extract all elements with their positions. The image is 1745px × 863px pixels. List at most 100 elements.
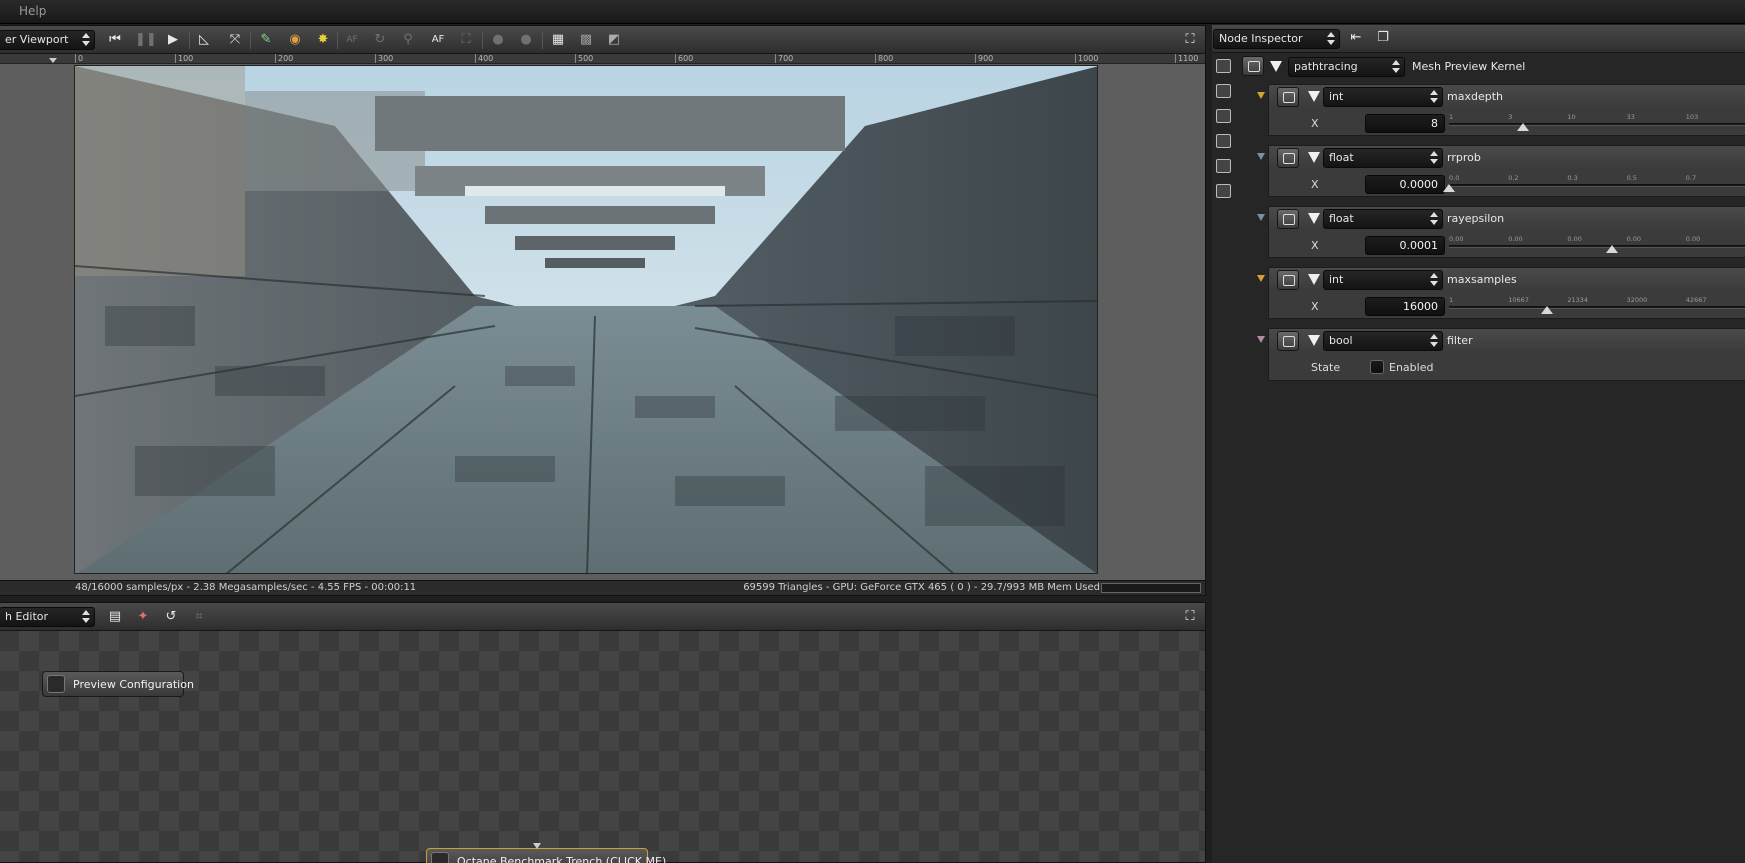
- maximize-icon[interactable]: ⛶: [1181, 31, 1199, 49]
- render-stats-text: 48/16000 samples/px - 2.38 Megasamples/s…: [75, 582, 417, 593]
- rewind-icon[interactable]: ⏮: [106, 31, 124, 49]
- mesh-icon[interactable]: [1216, 134, 1231, 148]
- load-scene-icon[interactable]: ▤: [106, 608, 124, 626]
- param-type-combo[interactable]: int: [1323, 87, 1443, 107]
- param-type-combo[interactable]: float: [1323, 148, 1443, 168]
- axis-label: X: [1311, 300, 1319, 313]
- input-pin-icon[interactable]: [1257, 214, 1265, 221]
- collapse-all-icon[interactable]: ⇤: [1347, 29, 1365, 47]
- collapse-triangle-icon[interactable]: [1308, 213, 1320, 224]
- viewport-statusbar: 48/16000 samples/px - 2.38 Megasamples/s…: [0, 580, 1205, 595]
- focus-pick-icon[interactable]: ⛶: [457, 31, 475, 49]
- type-label: bool: [1329, 334, 1353, 347]
- ruler-tick: 800: [875, 54, 893, 63]
- collapse-triangle-icon[interactable]: [1270, 61, 1282, 72]
- play-icon[interactable]: ▶: [164, 31, 182, 49]
- value-field[interactable]: 16000: [1365, 297, 1445, 316]
- slider-thumb[interactable]: [1540, 306, 1553, 314]
- preview-configuration-node[interactable]: Preview Configuration: [42, 671, 194, 697]
- graph-editor-selector[interactable]: h Editor: [0, 607, 95, 627]
- new-node-icon[interactable]: ✦: [134, 608, 152, 626]
- combo-arrows-icon: [82, 609, 91, 625]
- material-picker-icon[interactable]: ◉: [286, 31, 304, 49]
- combo-arrows-icon: [1430, 211, 1439, 227]
- maximize-icon[interactable]: ⛶: [1181, 608, 1199, 626]
- value-field[interactable]: 0.0001: [1365, 236, 1445, 255]
- render-image[interactable]: [74, 65, 1098, 574]
- param-type-combo[interactable]: float: [1323, 209, 1443, 229]
- region-icon[interactable]: ▦: [549, 31, 567, 49]
- slider-scale-label: 0.00: [1508, 235, 1523, 243]
- slider-thumb[interactable]: [1605, 245, 1618, 253]
- picker-icon[interactable]: ✎: [257, 31, 275, 49]
- environment-icon[interactable]: [1216, 84, 1231, 98]
- toolbar-separator: [189, 31, 190, 49]
- slider-track: [1449, 306, 1745, 309]
- value-field[interactable]: 0.0000: [1365, 175, 1445, 194]
- alpha-icon[interactable]: ◩: [605, 31, 623, 49]
- autofocus-dim-icon[interactable]: AF: [343, 31, 361, 49]
- param-rayepsilon: float rayepsilon X 0.0001 0.00 0.00 0.00 0.…: [1257, 206, 1745, 258]
- recenter-icon[interactable]: ⤧: [226, 31, 244, 49]
- kernel-combo[interactable]: pathtracing: [1288, 57, 1405, 77]
- expand-all-icon[interactable]: ❐: [1374, 29, 1392, 47]
- slider-scale-label: 0.0: [1449, 174, 1460, 182]
- axis-label: X: [1311, 239, 1319, 252]
- ruler-tick: 900: [975, 54, 993, 63]
- value-slider[interactable]: 1 10667 21334 32000 42667: [1449, 296, 1745, 318]
- node-mesh-icon: [431, 852, 449, 863]
- ruler-tick: 0: [75, 54, 83, 63]
- collapse-triangle-icon[interactable]: [1308, 335, 1320, 346]
- slider-thumb[interactable]: [1443, 184, 1455, 192]
- inspector-selector[interactable]: Node Inspector: [1213, 29, 1340, 49]
- menu-help[interactable]: Help: [19, 4, 46, 18]
- pause-icon[interactable]: ❚❚: [135, 31, 157, 49]
- input-pin-icon[interactable]: [1257, 153, 1265, 160]
- slider-scale-label: 1: [1449, 296, 1454, 304]
- input-pin-icon[interactable]: [1257, 275, 1265, 282]
- slider-scale-label: 0.00: [1567, 235, 1582, 243]
- combo-arrows-icon: [1430, 333, 1439, 349]
- kernel-side-icon[interactable]: [1216, 184, 1231, 198]
- slider-scale-label: 33: [1626, 113, 1635, 121]
- input-pin-icon[interactable]: [1257, 92, 1265, 99]
- autofocus-icon[interactable]: AF: [429, 31, 447, 49]
- slider-scale-label: 3: [1508, 113, 1513, 121]
- param-type-icon: [1277, 209, 1299, 229]
- input-pin-icon[interactable]: [1257, 336, 1265, 343]
- camera-lock-icon[interactable]: ●: [489, 31, 507, 49]
- value-slider[interactable]: 0.0 0.2 0.3 0.5 0.7: [1443, 174, 1745, 196]
- value-slider[interactable]: 1 3 10 33 103: [1449, 113, 1745, 135]
- tidy-icon[interactable]: ⌗: [190, 608, 208, 626]
- filter-enabled-checkbox[interactable]: [1370, 360, 1384, 374]
- param-type-combo[interactable]: bool: [1323, 331, 1443, 351]
- collapse-triangle-icon[interactable]: [1308, 152, 1320, 163]
- image-icon[interactable]: [1216, 59, 1231, 73]
- value-slider[interactable]: 0.00 0.00 0.00 0.00 0.00: [1449, 235, 1745, 257]
- slider-scale-label: 103: [1685, 113, 1699, 121]
- param-type-combo[interactable]: int: [1323, 270, 1443, 290]
- value-field[interactable]: 8: [1365, 114, 1445, 133]
- slider-track: [1449, 245, 1745, 248]
- horizontal-ruler: 0 100 200 300 400 500 600 700 800 900 10…: [0, 54, 1205, 64]
- imager-icon[interactable]: [1216, 159, 1231, 173]
- slider-scale-label: 32000: [1626, 296, 1648, 304]
- param-name: maxdepth: [1447, 90, 1503, 103]
- checker-icon[interactable]: ▩: [577, 31, 595, 49]
- slider-thumb[interactable]: [1517, 123, 1529, 131]
- benchmark-trench-node[interactable]: Octane Benchmark Trench (CLICK ME): [426, 843, 666, 863]
- collapse-triangle-icon[interactable]: [1308, 274, 1320, 285]
- toolbar-separator: [482, 31, 483, 49]
- light-icon[interactable]: ✸: [314, 31, 332, 49]
- combo-arrows-icon: [1430, 150, 1439, 166]
- kernel-combo-label: pathtracing: [1294, 60, 1358, 73]
- camera-icon[interactable]: [1216, 109, 1231, 123]
- camera-reset-icon[interactable]: ●: [517, 31, 535, 49]
- collapse-triangle-icon[interactable]: [1308, 91, 1320, 102]
- node-graph-canvas[interactable]: [0, 631, 1205, 862]
- refresh-icon[interactable]: ↺: [162, 608, 180, 626]
- rotate-dim-icon[interactable]: ↻: [371, 31, 389, 49]
- viewport-selector[interactable]: er Viewport: [0, 30, 95, 50]
- ruler-icon[interactable]: ◺: [195, 31, 213, 49]
- zoom-dim-icon[interactable]: ⚲: [399, 31, 417, 49]
